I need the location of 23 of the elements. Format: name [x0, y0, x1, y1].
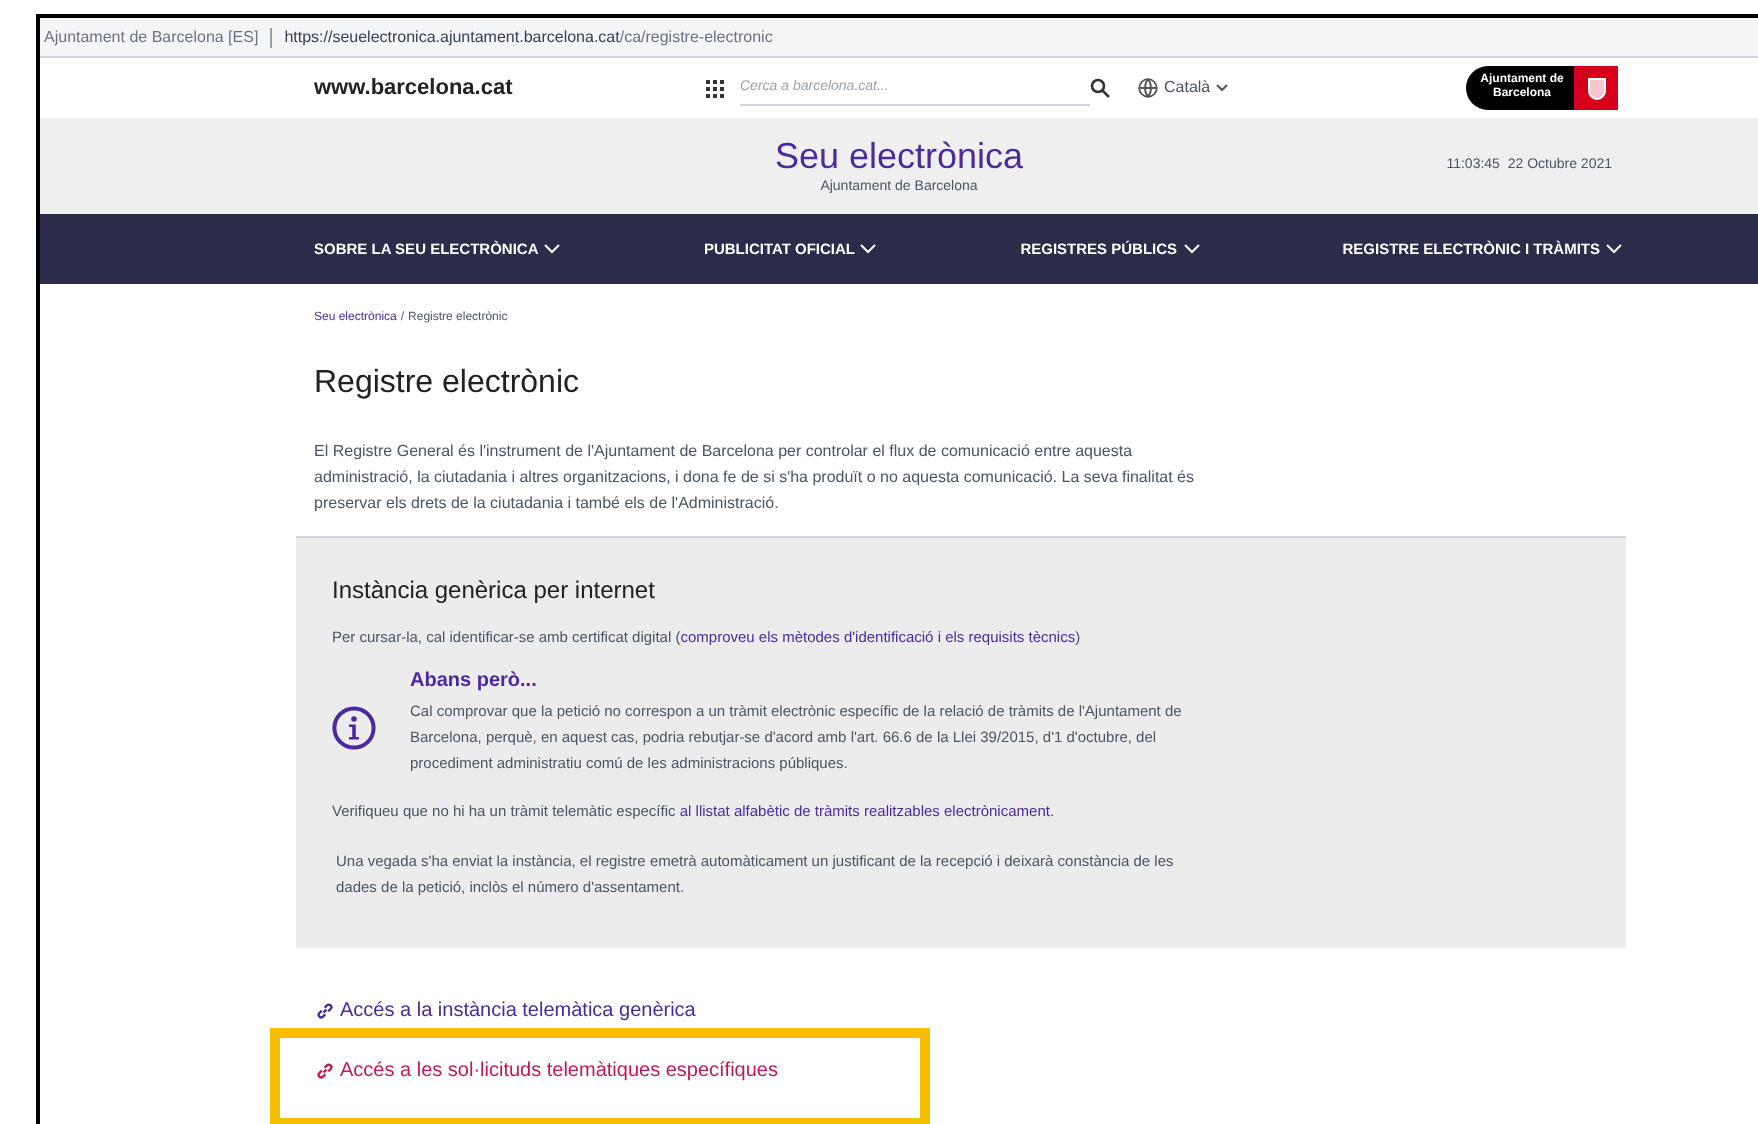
page-title: Registre electrònic — [314, 364, 581, 404]
chevron-down-icon — [860, 244, 877, 254]
access-link[interactable]: Accés a la instància telemàtica genèrica — [316, 995, 696, 1025]
search-icon[interactable] — [1090, 78, 1110, 98]
site-link[interactable]: www.barcelona.cat — [314, 71, 706, 105]
intro-paragraph: El Registre General és l'instrument de l'Ajuntament de Barcelona per controlar el flux de comunicació entre aquesta administració, la ciutadania i altres organitzacions, i dona fe de si s'ha produït o no aquesta comunicació. La seva finalitat és preservar els drets de la ciutadania i també els de l'Administració. — [314, 440, 1197, 516]
globe-icon — [1138, 78, 1158, 98]
site-identity: Ajuntament de Barcelona [ES] — [44, 25, 259, 49]
apps-grid-icon[interactable] — [706, 79, 724, 97]
chevron-down-icon — [1216, 84, 1229, 92]
info-icon — [332, 706, 376, 751]
access-link[interactable]: Accés a les sol·licituds telemàtiques específiques — [316, 1055, 778, 1085]
link-icon — [316, 1061, 334, 1079]
site-title[interactable]: Seu electrònica — [774, 133, 1024, 178]
url-text: https://seuelectronica.ajuntament.barcelona.cat/ca/registre-electronic — [284, 25, 773, 49]
card-title: Instància genèrica per internet — [332, 574, 657, 608]
link-icon — [316, 1001, 334, 1019]
chevron-down-icon — [1183, 244, 1200, 254]
chevron-down-icon — [544, 244, 561, 254]
chevron-down-icon — [1606, 244, 1622, 254]
language-selector[interactable]: Català — [1138, 76, 1229, 100]
address-bar[interactable]: Ajuntament de Barcelona [ES] https://seuelectronica.ajuntament.barcelona.cat/ca/registre-electronic — [40, 18, 1758, 58]
notice-title: Abans però... — [410, 668, 539, 697]
